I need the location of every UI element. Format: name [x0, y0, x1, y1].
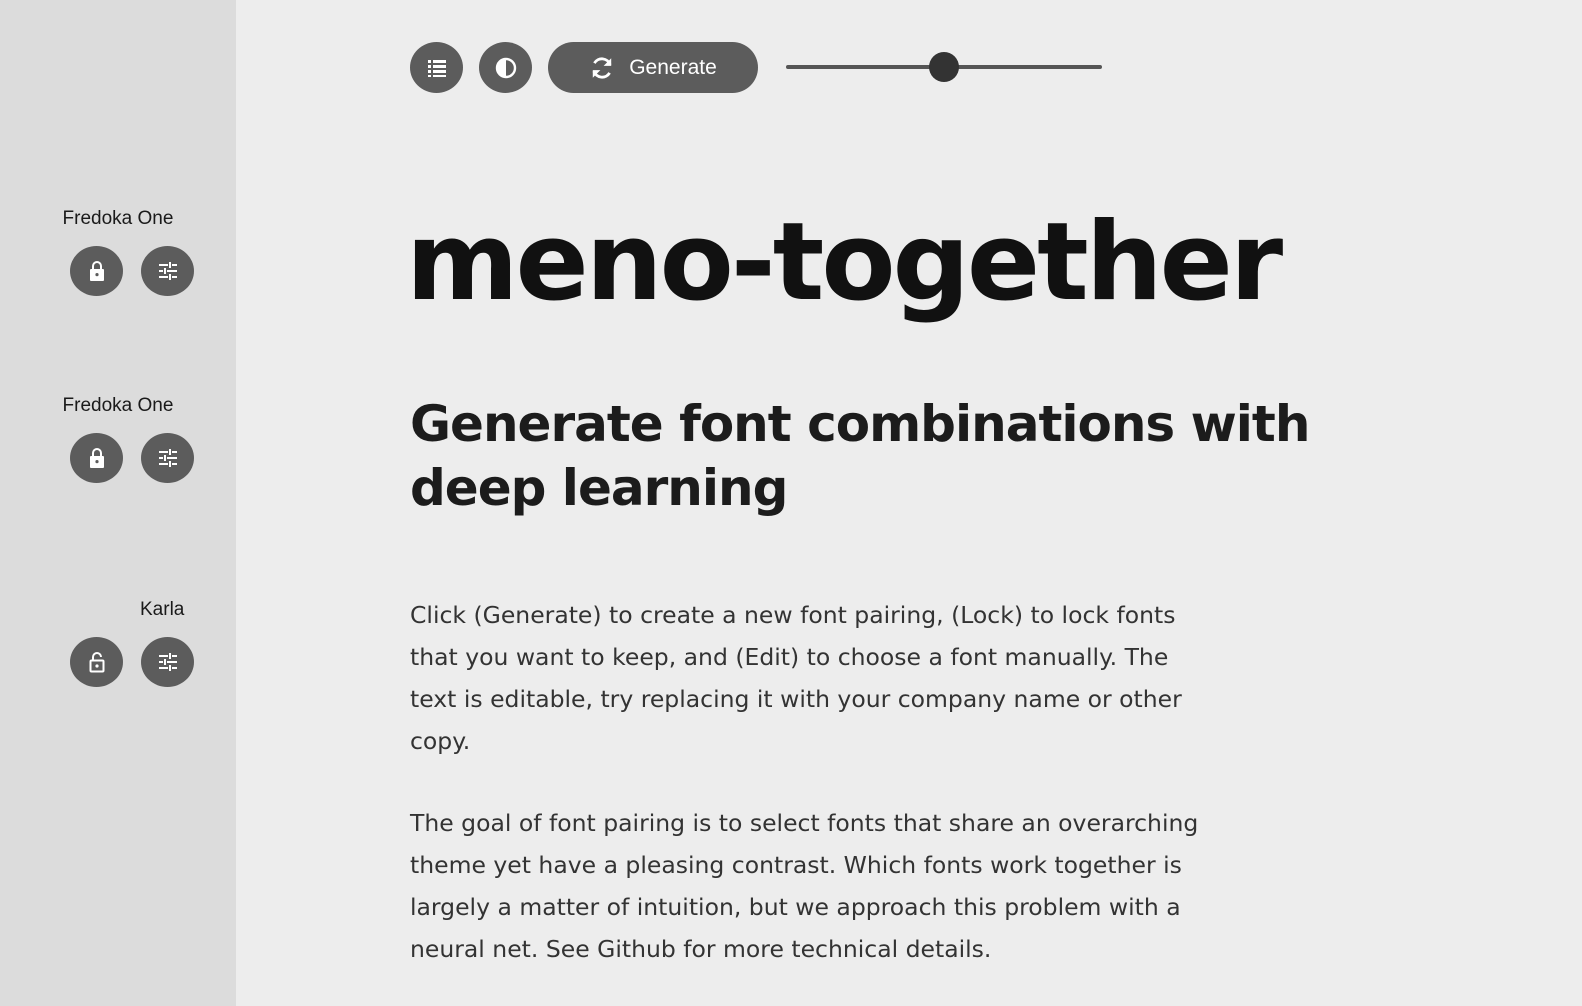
generate-button[interactable]: Generate: [548, 42, 758, 93]
font-sidebar: Fredoka One Fredoka One Karla: [0, 0, 236, 1006]
sliders-icon: [158, 653, 177, 671]
size-slider[interactable]: [786, 52, 1102, 82]
lock-button[interactable]: [70, 246, 123, 296]
sliders-icon: [158, 449, 177, 467]
edit-font-button[interactable]: [141, 246, 194, 296]
font-name-label: Fredoka One: [62, 208, 174, 229]
list-icon: [427, 59, 446, 77]
edit-font-button[interactable]: [141, 433, 194, 483]
lock-button[interactable]: [70, 433, 123, 483]
sliders-icon: [158, 262, 177, 280]
preview-title[interactable]: meno-together: [406, 200, 1283, 325]
unlock-button[interactable]: [70, 637, 123, 687]
unlock-icon: [89, 652, 104, 673]
lock-icon: [89, 448, 104, 468]
preview-paragraph[interactable]: The goal of font pairing is to select fo…: [410, 802, 1220, 970]
font-list-button[interactable]: [410, 42, 463, 93]
preview-subtitle[interactable]: Generate font combinations with deep lea…: [410, 392, 1420, 520]
edit-font-button[interactable]: [141, 637, 194, 687]
preview-paragraph[interactable]: Click (Generate) to create a new font pa…: [410, 594, 1220, 762]
font-name-label: Fredoka One: [62, 395, 174, 416]
generate-label: Generate: [629, 55, 717, 79]
contrast-icon: [495, 57, 516, 78]
refresh-icon: [592, 56, 612, 79]
contrast-button[interactable]: [479, 42, 532, 93]
lock-icon: [89, 261, 104, 281]
font-name-label: Karla: [140, 599, 185, 620]
slider-thumb[interactable]: [929, 52, 959, 82]
